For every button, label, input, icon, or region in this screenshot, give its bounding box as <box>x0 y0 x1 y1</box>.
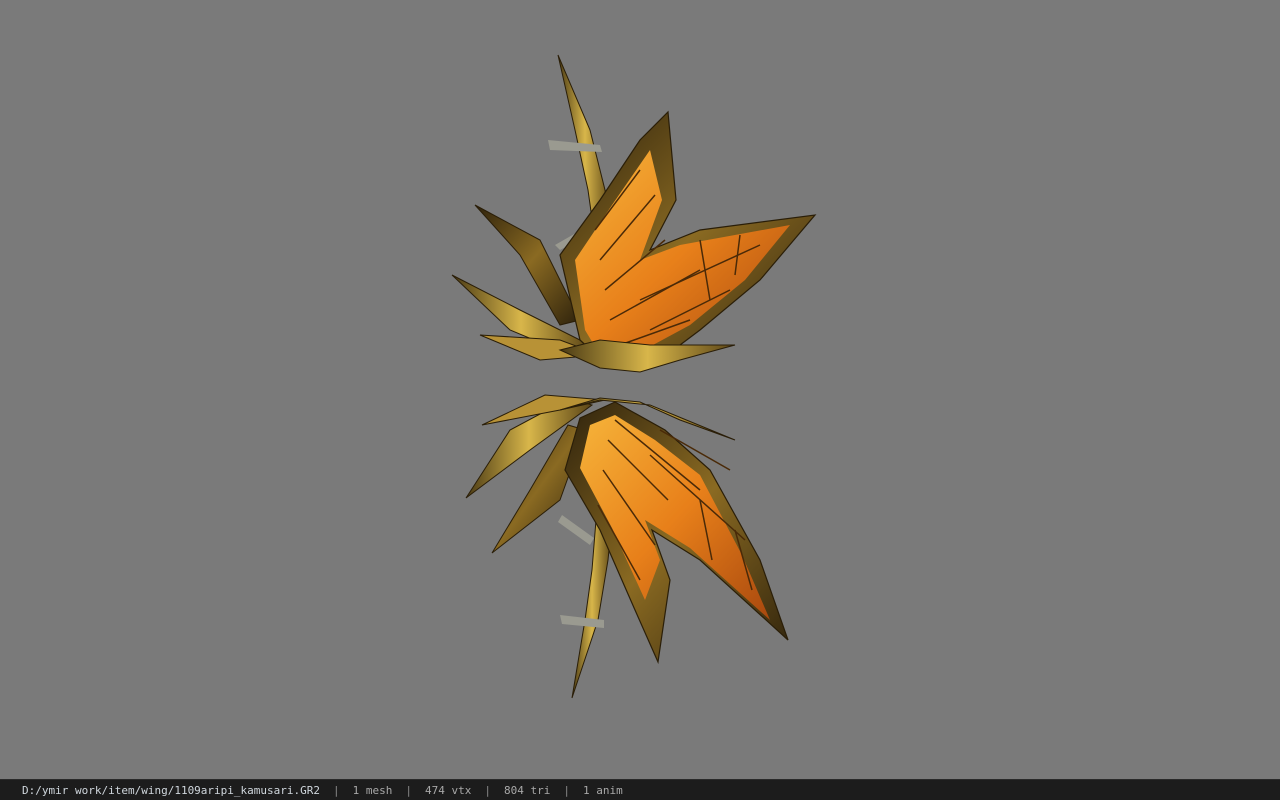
wing-model-icon <box>451 54 817 699</box>
separator: | <box>405 783 413 797</box>
file-path: D:/ymir work/item/wing/1109aripi_kamusar… <box>22 783 321 797</box>
status-bar: D:/ymir work/item/wing/1109aripi_kamusar… <box>0 779 1280 800</box>
vertex-count: 474 vtx <box>425 783 472 797</box>
separator: | <box>484 783 491 797</box>
lower-wing <box>465 394 789 699</box>
upper-wing <box>451 54 817 373</box>
separator: | <box>333 783 340 797</box>
mesh-count: 1 mesh <box>352 783 393 797</box>
anim-count: 1 anim <box>582 783 623 797</box>
triangle-count: 804 tri <box>504 783 551 797</box>
3d-viewport[interactable] <box>0 0 1280 779</box>
separator: | <box>563 783 570 797</box>
